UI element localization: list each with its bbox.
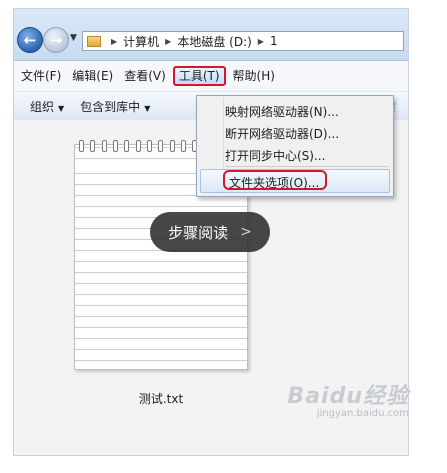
include-library-button[interactable]: 包含到库中 ▼ — [80, 98, 150, 115]
address-area: ← → ▼ ▶ 计算机 ▶ 本地磁盘 (D:) ▶ 1 — [14, 9, 408, 61]
organize-button[interactable]: 组织 ▼ — [30, 98, 64, 115]
step-read-button[interactable]: 步骤阅读 > — [150, 212, 270, 252]
file-name[interactable]: 测试.txt — [74, 390, 248, 407]
chevron-right-icon[interactable]: ▶ — [258, 37, 264, 46]
folder-icon — [87, 35, 101, 47]
breadcrumb-folder[interactable]: 1 — [270, 34, 278, 48]
chevron-down-icon: ▼ — [144, 103, 151, 113]
menu-file[interactable]: 文件(F) — [17, 66, 65, 86]
forward-button[interactable]: → — [43, 27, 69, 53]
menu-tools[interactable]: 工具(T) — [172, 66, 226, 86]
chevron-down-icon: ▼ — [58, 103, 65, 113]
back-arrow-icon: ← — [23, 31, 37, 49]
menu-bar: 文件(F) 编辑(E) 查看(V) 工具(T) 帮助(H) — [14, 65, 408, 87]
tools-dropdown-menu: 映射网络驱动器(N)... 断开网络驱动器(D)... 打开同步中心(S)...… — [196, 95, 394, 197]
forward-arrow-icon: → — [49, 31, 63, 49]
menu-item-folder-options[interactable]: 文件夹选项(O)... — [229, 174, 319, 191]
menu-item-disconnect-drive[interactable]: 断开网络驱动器(D)... — [225, 125, 339, 142]
breadcrumb-computer[interactable]: 计算机 — [123, 33, 159, 50]
menu-item-sync-center[interactable]: 打开同步中心(S)... — [225, 147, 325, 164]
menu-edit[interactable]: 编辑(E) — [68, 66, 117, 86]
chevron-right-icon: > — [240, 224, 252, 240]
back-button[interactable]: ← — [17, 27, 43, 53]
menu-separator — [225, 166, 389, 167]
breadcrumb-local-disk[interactable]: 本地磁盘 (D:) — [177, 33, 251, 50]
organize-label: 组织 — [30, 99, 55, 114]
history-dropdown-icon[interactable]: ▼ — [70, 33, 77, 43]
menu-view[interactable]: 查看(V) — [120, 66, 170, 86]
step-read-label: 步骤阅读 — [168, 223, 229, 242]
watermark-logo: Baidu经验 — [287, 384, 409, 409]
menu-help[interactable]: 帮助(H) — [229, 66, 279, 86]
menu-item-map-drive[interactable]: 映射网络驱动器(N)... — [225, 103, 339, 120]
address-bar[interactable]: ▶ 计算机 ▶ 本地磁盘 (D:) ▶ 1 — [82, 31, 404, 51]
baidu-watermark: Baidu经验 jingyan.baidu.com — [287, 378, 409, 419]
chevron-right-icon[interactable]: ▶ — [165, 37, 171, 46]
include-library-label: 包含到库中 — [80, 99, 141, 114]
chevron-right-icon[interactable]: ▶ — [111, 37, 117, 46]
